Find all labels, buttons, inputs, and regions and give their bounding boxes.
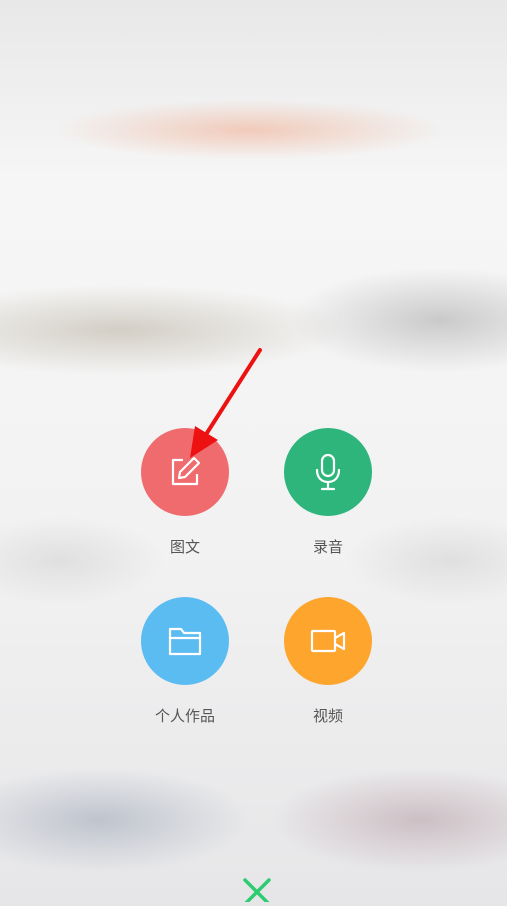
record-audio-button[interactable] bbox=[284, 428, 372, 516]
image-text-button[interactable] bbox=[141, 428, 229, 516]
microphone-icon bbox=[315, 453, 341, 491]
folder-icon bbox=[168, 627, 202, 656]
close-icon bbox=[243, 878, 271, 902]
publish-menu-screen: 图文 录音 个人作品 视频 bbox=[0, 0, 507, 906]
my-works-button[interactable] bbox=[141, 597, 229, 685]
record-audio-label: 录音 bbox=[312, 538, 343, 556]
video-button[interactable] bbox=[284, 597, 372, 685]
blurred-background bbox=[0, 0, 507, 906]
close-button[interactable] bbox=[238, 872, 276, 906]
edit-icon bbox=[171, 456, 201, 486]
my-works-label: 个人作品 bbox=[154, 707, 215, 725]
image-text-label: 图文 bbox=[169, 538, 200, 556]
video-camera-icon bbox=[310, 629, 346, 653]
video-label: 视频 bbox=[312, 707, 343, 725]
